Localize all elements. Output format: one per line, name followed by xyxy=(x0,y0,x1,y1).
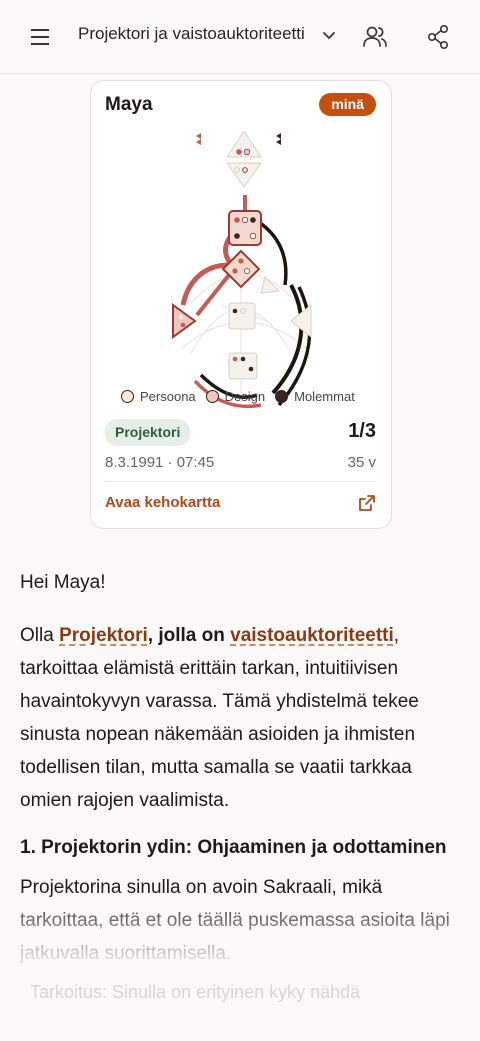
chevron-down-icon[interactable] xyxy=(320,27,338,45)
design-arrows-icon xyxy=(196,133,201,145)
share-icon[interactable] xyxy=(426,24,450,50)
legend-item-both: Molemmat xyxy=(275,389,355,404)
greeting: Hei Maya! xyxy=(20,572,106,593)
intro-text-pre: Olla xyxy=(20,625,60,646)
persona-swatch xyxy=(121,390,134,403)
both-swatch xyxy=(275,390,289,403)
legend-label-persona: Persoona xyxy=(140,389,196,404)
people-icon[interactable] xyxy=(362,24,388,50)
profile-value: 1/3 xyxy=(348,420,376,442)
conversation-title[interactable]: Projektori ja vaistoauktoriteetti xyxy=(78,24,316,44)
legend-label-design: Design xyxy=(224,389,266,404)
bodygraph-image[interactable] xyxy=(161,125,327,425)
birth-datetime: 8.3.1991 · 07:45 xyxy=(105,454,215,471)
external-link-icon[interactable] xyxy=(358,494,376,512)
menu-icon[interactable] xyxy=(28,25,54,49)
chart-person-name: Maya xyxy=(105,94,153,115)
faded-text: Tarkoitus: Sinulla on erityinen kyky näh… xyxy=(30,982,361,1002)
projector-link[interactable]: Projektori xyxy=(59,625,148,646)
chart-legend: Persoona Design Molemmat xyxy=(121,389,371,404)
intro-text-post: , tarkoittaa elämistä erittäin tarkan, i… xyxy=(20,625,419,811)
fade-overlay xyxy=(0,890,480,1041)
card-divider xyxy=(105,481,377,482)
section-heading: 1. Projektorin ydin: Ohjaaminen ja odott… xyxy=(20,837,447,858)
legend-item-persona: Persoona xyxy=(121,389,196,404)
legend-item-design: Design xyxy=(205,389,266,404)
open-bodygraph-link[interactable]: Avaa kehokartta xyxy=(105,494,220,511)
type-chip: Projektori xyxy=(105,419,191,446)
design-swatch xyxy=(205,390,219,403)
intro-text-mid: , jolla on xyxy=(147,625,231,646)
authority-link[interactable]: vaistoauktoriteetti xyxy=(230,625,394,646)
bodygraph-card: Maya minä Persoona Design Molemmat Proje… xyxy=(90,80,392,529)
self-badge: minä xyxy=(319,93,376,116)
intro-paragraph: Olla Projektori, jolla on vaistoauktorit… xyxy=(20,619,462,817)
persona-arrows-icon xyxy=(276,133,281,145)
age-value: 35 v xyxy=(347,454,376,471)
top-bar: Projektori ja vaistoauktoriteetti xyxy=(0,0,480,74)
legend-label-both: Molemmat xyxy=(294,389,355,404)
